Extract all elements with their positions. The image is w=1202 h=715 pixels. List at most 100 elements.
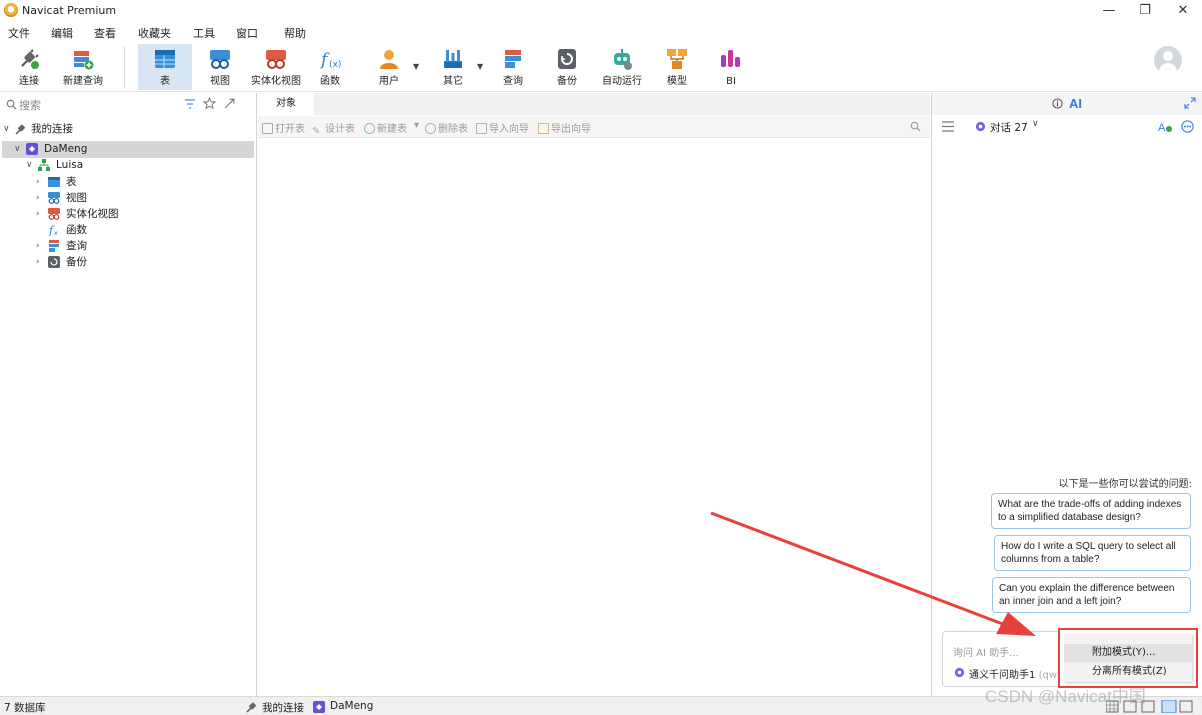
menu-tools[interactable]: 工具	[193, 25, 215, 41]
more-options-icon[interactable]	[1181, 120, 1194, 133]
status-connection-root[interactable]: 我的连接	[262, 700, 304, 715]
add-icon	[364, 123, 375, 134]
export-wizard-button[interactable]: 导出向导	[538, 120, 591, 135]
menu-favorites[interactable]: 收藏夹	[138, 25, 171, 41]
chevron-right-icon[interactable]: ›	[36, 206, 46, 222]
menu-bar: 文件 编辑 查看 收藏夹 工具 窗口 帮助	[0, 22, 1202, 42]
function-icon: f (x)	[319, 50, 341, 70]
context-menu-highlight: 附加模式(Y)... 分离所有模式(Z)	[1058, 628, 1198, 688]
conversation-title[interactable]: 对话 27	[990, 120, 1028, 135]
tab-strip: 对象	[258, 93, 930, 115]
user-button[interactable]: 用户	[370, 44, 408, 90]
chevron-right-icon[interactable]: ›	[36, 190, 46, 206]
view-icon	[48, 192, 60, 204]
materialized-view-icon	[266, 50, 286, 69]
bi-icon	[721, 50, 740, 67]
ai-model-selector[interactable]: 通义千问助手1 (qwe	[969, 666, 1063, 681]
ai-model-icon	[975, 121, 986, 132]
user-dropdown-icon[interactable]: ▼	[413, 62, 419, 71]
menu-help[interactable]: 帮助	[284, 25, 306, 41]
other-button[interactable]: 其它	[434, 44, 472, 90]
menu-window[interactable]: 窗口	[236, 25, 258, 41]
menu-view[interactable]: 查看	[94, 25, 116, 41]
chevron-down-icon[interactable]: ∨	[14, 141, 24, 157]
materialized-view-icon	[48, 208, 60, 220]
collapse-icon[interactable]	[223, 97, 236, 110]
new-query-icon	[74, 51, 94, 70]
query-icon	[49, 240, 59, 252]
automation-button[interactable]: 自动运行	[600, 44, 644, 90]
menu-icon[interactable]	[942, 121, 954, 132]
backup-button[interactable]: 备份	[552, 44, 582, 90]
plug-icon	[15, 124, 25, 135]
navigation-pane: 搜索 ∨ 我的连接 ∨ DaMeng ∨ Luisa › 表 › 视图 › 实体…	[0, 93, 257, 696]
detach-all-schemas-menu-item[interactable]: 分离所有模式(Z)	[1064, 663, 1192, 681]
user-icon	[380, 50, 398, 69]
function-icon: fx	[48, 224, 58, 236]
new-table-dropdown-icon[interactable]: ▾	[414, 120, 419, 131]
ai-input-placeholder: 询问 AI 助手...	[953, 648, 1019, 659]
expand-icon[interactable]	[1184, 97, 1196, 109]
backup-icon	[558, 49, 576, 69]
export-icon	[538, 123, 549, 134]
model-button[interactable]: 模型	[662, 44, 692, 90]
filter-icon[interactable]	[184, 98, 196, 110]
query-button[interactable]: 查询	[496, 44, 530, 90]
view-icon	[210, 50, 230, 69]
plug-icon	[21, 49, 39, 69]
chevron-right-icon[interactable]: ›	[36, 174, 46, 190]
search-icon[interactable]	[910, 121, 921, 132]
bi-button[interactable]: BI	[716, 44, 746, 90]
other-dropdown-icon[interactable]: ▼	[477, 62, 483, 71]
maximize-icon[interactable]: ❐	[1128, 2, 1162, 20]
window-title: Navicat Premium	[22, 4, 117, 17]
open-table-icon	[262, 123, 273, 134]
robot-icon	[614, 49, 632, 70]
navicat-logo-icon	[4, 3, 18, 17]
main-toolbar: 连接 新建查询 表 视图 实体化视图 f (x) 函数 用户 ▼ 其它 ▼ 查询 …	[0, 42, 1202, 92]
avatar[interactable]	[1154, 46, 1182, 74]
new-table-button[interactable]: 新建表	[364, 120, 407, 135]
new-query-button[interactable]: 新建查询	[60, 44, 106, 90]
suggestion-hint: 以下是一些你可以尝试的问题:	[1058, 479, 1192, 490]
import-wizard-button[interactable]: 导入向导	[476, 120, 529, 135]
new-chat-icon[interactable]: A	[1158, 120, 1172, 133]
suggestion-1[interactable]: What are the trade-offs of adding indexe…	[991, 493, 1191, 529]
table-icon	[155, 50, 175, 68]
menu-file[interactable]: 文件	[8, 25, 30, 41]
table-icon	[48, 177, 60, 187]
info-icon[interactable]	[1052, 98, 1063, 109]
tab-objects[interactable]: 对象	[258, 93, 314, 115]
delete-table-button[interactable]: 删除表	[425, 120, 468, 135]
ai-title: AI	[1069, 96, 1082, 111]
menu-edit[interactable]: 编辑	[51, 25, 73, 41]
object-toolbar: 打开表 ✎ 设计表 新建表 ▾ 删除表 导入向导 导出向导	[258, 116, 930, 138]
materialized-view-button[interactable]: 实体化视图	[249, 44, 303, 90]
chevron-right-icon[interactable]: ›	[36, 254, 46, 270]
status-connection-name[interactable]: DaMeng	[330, 700, 373, 712]
context-menu: 附加模式(Y)... 分离所有模式(Z)	[1064, 634, 1192, 682]
connect-button[interactable]: 连接	[8, 44, 50, 90]
toolbar-divider	[124, 46, 125, 88]
design-table-button[interactable]: ✎ 设计表	[312, 120, 355, 137]
suggestion-2[interactable]: How do I write a SQL query to select all…	[994, 535, 1191, 571]
open-table-button[interactable]: 打开表	[262, 120, 305, 135]
view-button[interactable]: 视图	[200, 44, 240, 90]
chevron-down-icon[interactable]: ∨	[1032, 119, 1039, 129]
nav-search[interactable]: 搜索	[0, 93, 256, 115]
minimize-icon[interactable]: —	[1092, 2, 1126, 20]
import-icon	[476, 123, 487, 134]
close-icon[interactable]: ✕	[1166, 2, 1200, 20]
model-icon	[667, 49, 687, 69]
chevron-down-icon[interactable]: ∨	[3, 121, 13, 137]
attach-schema-menu-item[interactable]: 附加模式(Y)...	[1064, 644, 1192, 662]
chevron-down-icon[interactable]: ∨	[26, 157, 36, 173]
chevron-right-icon[interactable]: ›	[36, 238, 46, 254]
function-button[interactable]: f (x) 函数	[312, 44, 348, 90]
table-button[interactable]: 表	[138, 44, 192, 90]
search-icon	[6, 99, 17, 110]
dameng-connection-icon	[313, 701, 325, 713]
svg-text:(x): (x)	[329, 60, 341, 70]
suggestion-3[interactable]: Can you explain the difference between a…	[992, 577, 1191, 613]
star-icon[interactable]	[203, 97, 216, 110]
